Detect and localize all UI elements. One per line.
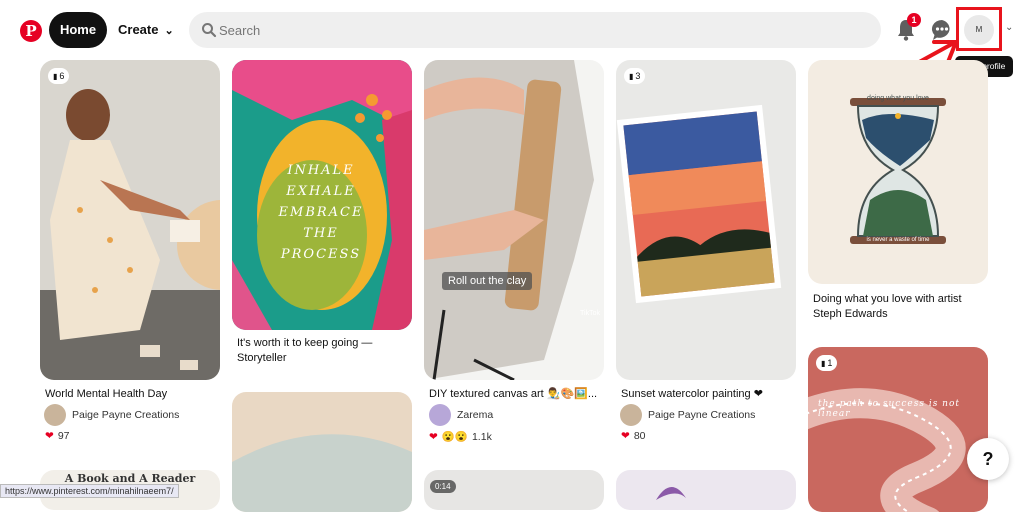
video-caption: Roll out the clay [442, 272, 533, 290]
pin-creator[interactable]: Paige Payne Creations [44, 404, 179, 426]
creator-name: Paige Payne Creations [72, 409, 180, 421]
pin-image-text-top: doing what you love [867, 95, 929, 102]
pin-image [656, 486, 686, 500]
create-button[interactable]: Create ⌄ [118, 12, 174, 48]
pin-card-beige[interactable] [232, 392, 412, 512]
pin-image [232, 392, 412, 512]
pin-card-mental-health[interactable]: 6 [40, 60, 220, 380]
pin-card-path[interactable]: 1 the path to success is not linear [808, 347, 988, 512]
browser-status-url: https://www.pinterest.com/minahilnaeem7/ [0, 484, 179, 498]
pin-reactions: ❤ 😮😮 1.1k [429, 430, 492, 443]
pin-image [40, 60, 220, 380]
heart-icon: ❤ [621, 430, 630, 442]
pin-image-text-bottom: is never a waste of time [866, 237, 930, 243]
pin-image-text: the path to success is not linear [818, 399, 961, 419]
pin-title[interactable]: Sunset watercolor painting ❤ [621, 387, 796, 402]
creator-name: Zarema [457, 409, 494, 421]
reaction-count: 1.1k [471, 431, 492, 443]
heart-icon: ❤ [429, 431, 438, 443]
pin-image [424, 60, 604, 380]
pin-title[interactable]: World Mental Health Day [45, 387, 220, 402]
pin-image [808, 347, 988, 512]
pinterest-logo-icon[interactable]: P [20, 20, 42, 42]
pin-card-video[interactable]: 0:14 [424, 470, 604, 510]
pin-image-text: INHALE EXHALE EMBRACE THE PROCESS [278, 163, 364, 262]
creator-avatar [429, 404, 451, 426]
help-button[interactable]: ? [967, 438, 1009, 480]
chevron-down-icon: ⌄ [164, 25, 174, 37]
pin-card-hourglass[interactable]: doing what you love is never a waste of … [808, 60, 988, 284]
pin-reactions: ❤ 97 [45, 430, 70, 442]
home-button[interactable]: Home [49, 12, 107, 48]
reaction-count: 80 [633, 430, 646, 442]
pin-title[interactable]: It's worth it to keep going — Storytelle… [237, 336, 407, 366]
pin-creator[interactable]: Zarema [429, 404, 493, 426]
pin-title[interactable]: Doing what you love with artist Steph Ed… [813, 292, 983, 322]
pin-card-clay[interactable]: Roll out the clay TikTok [424, 60, 604, 380]
pin-card-inhale[interactable]: INHALE EXHALE EMBRACE THE PROCESS [232, 60, 412, 330]
notification-badge: 1 [907, 13, 921, 27]
pin-reactions: ❤ 80 [621, 430, 646, 442]
creator-avatar [44, 404, 66, 426]
pin-title[interactable]: DIY textured canvas art 👨‍🎨🎨🖼️... [429, 387, 604, 402]
creator-name: Paige Payne Creations [648, 409, 756, 421]
reaction-count: 97 [57, 430, 70, 442]
heart-icon: ❤ [45, 430, 54, 442]
pin-image [808, 60, 988, 284]
search-icon [202, 23, 217, 38]
tiktok-watermark: TikTok [580, 310, 600, 317]
search-input[interactable] [219, 12, 859, 48]
pin-count-badge: 1 [816, 355, 838, 371]
pin-image [616, 60, 796, 380]
create-label: Create [118, 22, 159, 37]
search-bar[interactable] [189, 12, 881, 48]
emoji-reactions-icon: 😮😮 [441, 431, 468, 443]
chevron-down-icon[interactable]: ⌄ [1005, 22, 1013, 33]
video-duration: 0:14 [430, 480, 456, 493]
pin-count-badge: 3 [624, 68, 646, 84]
pin-card-flower[interactable] [616, 470, 796, 510]
creator-avatar [620, 404, 642, 426]
pin-creator[interactable]: Paige Payne Creations [620, 404, 755, 426]
pin-card-sunset[interactable]: 3 [616, 60, 796, 380]
pin-count-badge: 6 [48, 68, 70, 84]
